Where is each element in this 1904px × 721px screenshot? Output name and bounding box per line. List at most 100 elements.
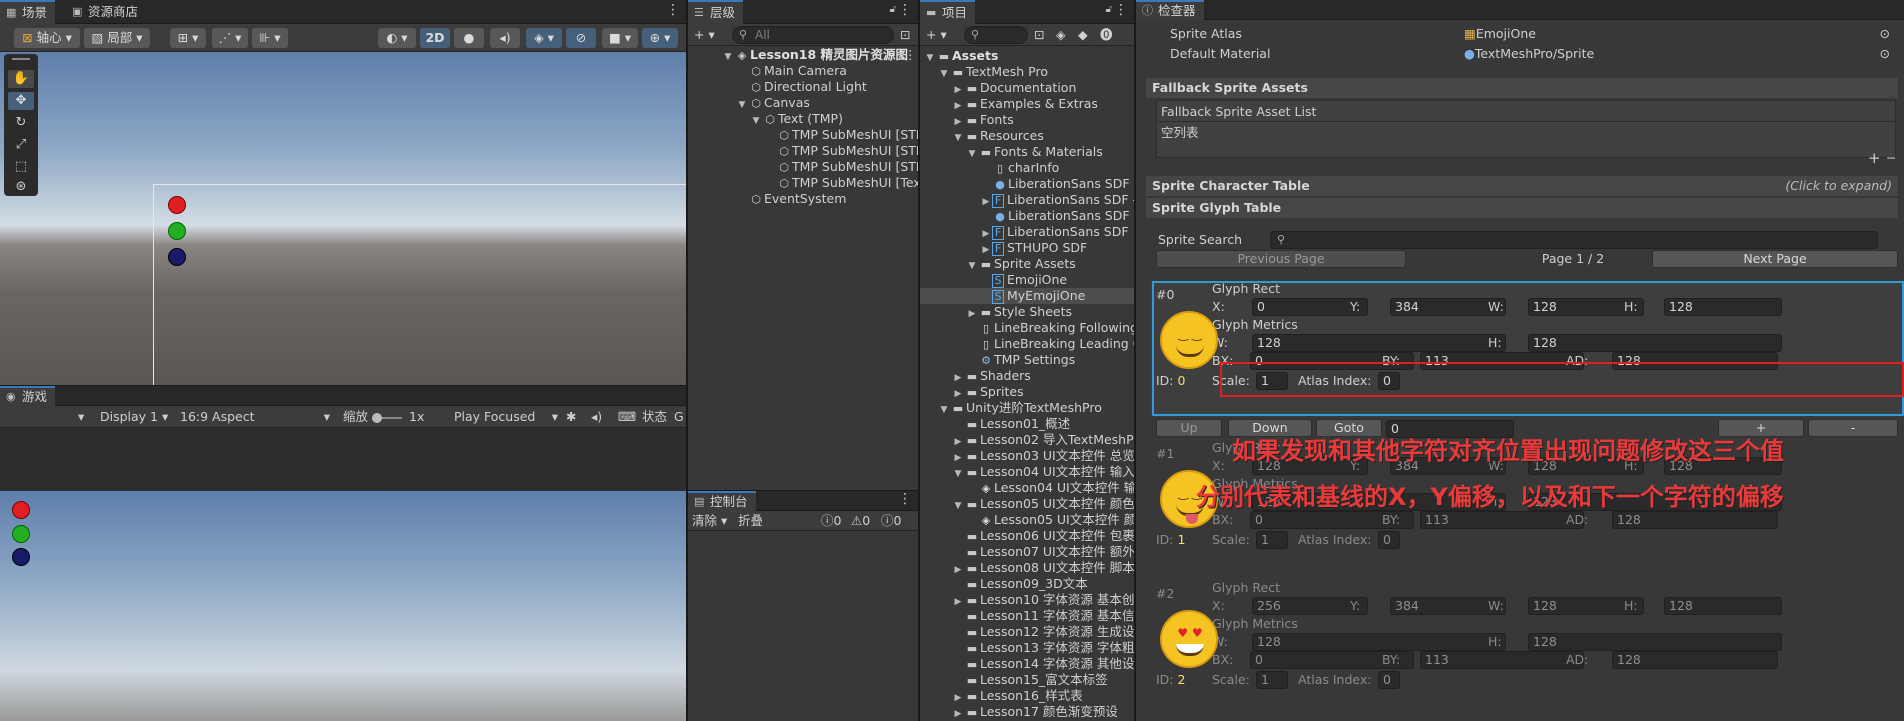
project-item[interactable]: ▶ ▬ Lesson03 UI文本控件 总览 xyxy=(920,448,1134,464)
tab-inspector[interactable]: ⓘ 检查器 xyxy=(1136,0,1204,20)
hierarchy-item[interactable]: ▼ ⬡ Text (TMP) xyxy=(750,111,843,127)
project-item[interactable]: ▼ ▬ Lesson05 UI文本控件 颜色 xyxy=(920,496,1134,512)
rect-tool-icon[interactable]: ⬚ xyxy=(8,158,34,176)
project-item[interactable]: ▬ Lesson13 字体资源 字体粗 xyxy=(920,640,1134,656)
hidden-objects-toggle[interactable]: ⊘ xyxy=(566,28,596,48)
hierarchy-item[interactable]: ⬡ TMP SubMeshUI [STH xyxy=(764,127,918,143)
log-count[interactable]: ⓘ0 xyxy=(821,513,841,529)
project-item[interactable]: ● LiberationSans SDF - xyxy=(920,208,1134,224)
project-item[interactable]: ▶ F LiberationSans SDF - xyxy=(920,192,1134,208)
tab-game[interactable]: ◉ 游戏 xyxy=(0,386,56,406)
hierarchy-item[interactable]: ⬡ TMP SubMeshUI [STH xyxy=(764,159,918,175)
project-item[interactable]: ▼ ▬ Fonts & Materials xyxy=(920,144,1134,160)
play-mode-dropdown[interactable]: Play Focused ▾ xyxy=(454,409,558,425)
scale-slider-knob[interactable] xyxy=(372,413,382,423)
project-item[interactable]: ⚙ TMP Settings xyxy=(920,352,1134,368)
expand-arrow-icon[interactable]: ▼ xyxy=(736,97,748,113)
project-item[interactable]: ▯ LineBreaking Following xyxy=(920,320,1134,336)
transform-tool-icon[interactable]: ⊛ xyxy=(8,178,34,196)
project-item[interactable]: ◈ Lesson04 UI文本控件 输 xyxy=(920,480,1134,496)
fallback-header[interactable]: Fallback Sprite Assets xyxy=(1146,78,1898,98)
sprite-atlas-field[interactable]: ▦EmojiOne ⊙ xyxy=(1464,26,1894,42)
display-dropdown[interactable]: Display 1 ▾ xyxy=(100,409,168,425)
error-count[interactable]: ⓘ0 xyxy=(881,513,901,529)
hierarchy-menu-icon[interactable]: ⋮ xyxy=(898,2,912,18)
project-item[interactable]: ▯ charInfo xyxy=(920,160,1134,176)
project-item[interactable]: ● LiberationSans SDF - xyxy=(920,176,1134,192)
tab-asset-store[interactable]: ▣ 资源商店 xyxy=(66,0,146,24)
glyph-entry[interactable]: #2 Glyph Rect X: 256 Y: 384 W: 128 H: 128 Glyph Me… xyxy=(1150,580,1902,712)
rect-h-field[interactable]: 128 xyxy=(1664,597,1782,615)
project-item[interactable]: ▶ ▬ Style Sheets xyxy=(920,304,1134,320)
expand-arrow-icon[interactable]: ▼ xyxy=(722,49,734,65)
tab-scene[interactable]: ▦ 场景 xyxy=(0,0,56,24)
add-object-button[interactable]: + ▾ xyxy=(694,27,715,43)
metric-h-field[interactable]: 128 xyxy=(1528,633,1782,651)
project-item[interactable]: ▶ ▬ Lesson17 颜色渐变预设 xyxy=(920,704,1134,720)
search-by-type-icon[interactable]: ⊡ xyxy=(1034,27,1044,43)
collapse-button[interactable]: 折叠 xyxy=(738,513,763,529)
gizmos-dropdown[interactable]: ⊕ ▾ xyxy=(642,28,678,48)
game-dropdown[interactable]: ▾ xyxy=(78,409,84,425)
console-menu-icon[interactable]: ⋮ xyxy=(898,491,912,507)
metric-ad-field[interactable]: 128 xyxy=(1612,511,1778,529)
metric-by-field[interactable]: 113 xyxy=(1420,511,1584,529)
scale-slider[interactable] xyxy=(372,413,402,423)
project-item[interactable]: ▶ F LiberationSans SDF xyxy=(920,224,1134,240)
sprite-search-input[interactable]: ⚲ xyxy=(1270,231,1878,249)
project-item[interactable]: ▬ Lesson06 UI文本控件 包裹 xyxy=(920,528,1134,544)
effects-dropdown[interactable]: ◈ ▾ xyxy=(526,28,562,48)
project-item[interactable]: ▶ ▬ Lesson10 字体资源 基本创 xyxy=(920,592,1134,608)
align-button[interactable]: ⊪ ▾ xyxy=(252,28,288,48)
project-item[interactable]: ▶ ▬ Examples & Extras xyxy=(920,96,1134,112)
remove-glyph-button[interactable]: - xyxy=(1808,419,1898,437)
rotate-tool-icon[interactable]: ↻ xyxy=(8,114,34,132)
hierarchy-item[interactable]: ⬡ TMP SubMeshUI [Tex xyxy=(764,175,918,191)
scene-menu-icon[interactable]: ⋮ xyxy=(666,2,680,18)
atlas-index-field[interactable]: 0 xyxy=(1378,671,1400,689)
project-item[interactable]: ▶ ▬ Lesson08 UI文本控件 脚本 xyxy=(920,560,1134,576)
project-item[interactable]: ▬ Lesson11 字体资源 基本信 xyxy=(920,608,1134,624)
increment-snap-button[interactable]: ⋰ ▾ xyxy=(212,28,248,48)
hierarchy-item[interactable]: ▼ ◈ Lesson18 精灵图片资源图 xyxy=(722,47,909,65)
hand-tool-icon[interactable]: ✋ xyxy=(8,70,34,88)
mode-2d-toggle[interactable]: 2D xyxy=(420,28,450,48)
project-item[interactable]: ▶ ▬ Shaders xyxy=(920,368,1134,384)
project-item[interactable]: ▬ Lesson12 字体资源 生成设 xyxy=(920,624,1134,640)
lock-icon[interactable]: 🔓︎ xyxy=(890,4,896,15)
move-tool-icon[interactable]: ✥ xyxy=(8,92,34,110)
hierarchy-search[interactable]: ⚲ All xyxy=(732,26,894,44)
material-picker-icon[interactable]: ⊙ xyxy=(1880,46,1890,62)
clear-button[interactable]: 清除 ▾ xyxy=(692,513,727,529)
project-item[interactable]: ▶ ▬ Documentation xyxy=(920,80,1134,96)
project-item[interactable]: ▼ ▬ Sprite Assets xyxy=(920,256,1134,272)
project-item[interactable]: ▼ ▬ Unity进阶TextMeshPro xyxy=(920,400,1134,416)
tag-icon[interactable]: ◆ xyxy=(1078,27,1088,43)
project-item[interactable]: ▶ ▬ Fonts xyxy=(920,112,1134,128)
project-item[interactable]: ◈ Lesson05 UI文本控件 颜 xyxy=(920,512,1134,528)
aspect-dropdown[interactable]: 16:9 Aspect ▾ xyxy=(180,409,330,425)
tab-hierarchy[interactable]: ☰ 层级 xyxy=(688,0,744,24)
bug-icon[interactable]: ✱ xyxy=(566,409,576,425)
project-item[interactable]: ▶ F STHUPO SDF xyxy=(920,240,1134,256)
keyboard-icon[interactable]: ⌨ xyxy=(618,409,636,425)
atlas-index-field[interactable]: 0 xyxy=(1378,531,1400,549)
metric-ad-field[interactable]: 128 xyxy=(1612,651,1778,669)
project-item[interactable]: ▼ ▬ TextMesh Pro xyxy=(920,64,1134,80)
project-item[interactable]: ▬ Lesson07 UI文本控件 额外 xyxy=(920,544,1134,560)
scale-field[interactable]: 1 xyxy=(1256,531,1288,549)
expand-arrow-icon[interactable]: ▼ xyxy=(750,113,762,129)
grid-snap-button[interactable]: ⊞ ▾ xyxy=(170,28,206,48)
scale-field[interactable]: 1 xyxy=(1256,671,1288,689)
project-item[interactable]: ▬ Lesson01_概述 xyxy=(920,416,1134,432)
stats-button[interactable]: 状态 xyxy=(642,409,667,425)
project-item[interactable]: ▶ ▬ Lesson16_样式表 xyxy=(920,688,1134,704)
metric-by-field[interactable]: 113 xyxy=(1420,651,1584,669)
object-picker-icon[interactable]: ⊙ xyxy=(1880,26,1890,42)
up-button[interactable]: Up xyxy=(1156,419,1222,437)
list-remove-button[interactable]: − xyxy=(1886,150,1896,166)
audio-toggle[interactable]: ◂) xyxy=(490,28,520,48)
scale-tool-icon[interactable]: ⤢ xyxy=(8,136,34,154)
project-item[interactable]: ▯ LineBreaking Leading C xyxy=(920,336,1134,352)
project-item[interactable]: ▼ ▬ Resources xyxy=(920,128,1134,144)
